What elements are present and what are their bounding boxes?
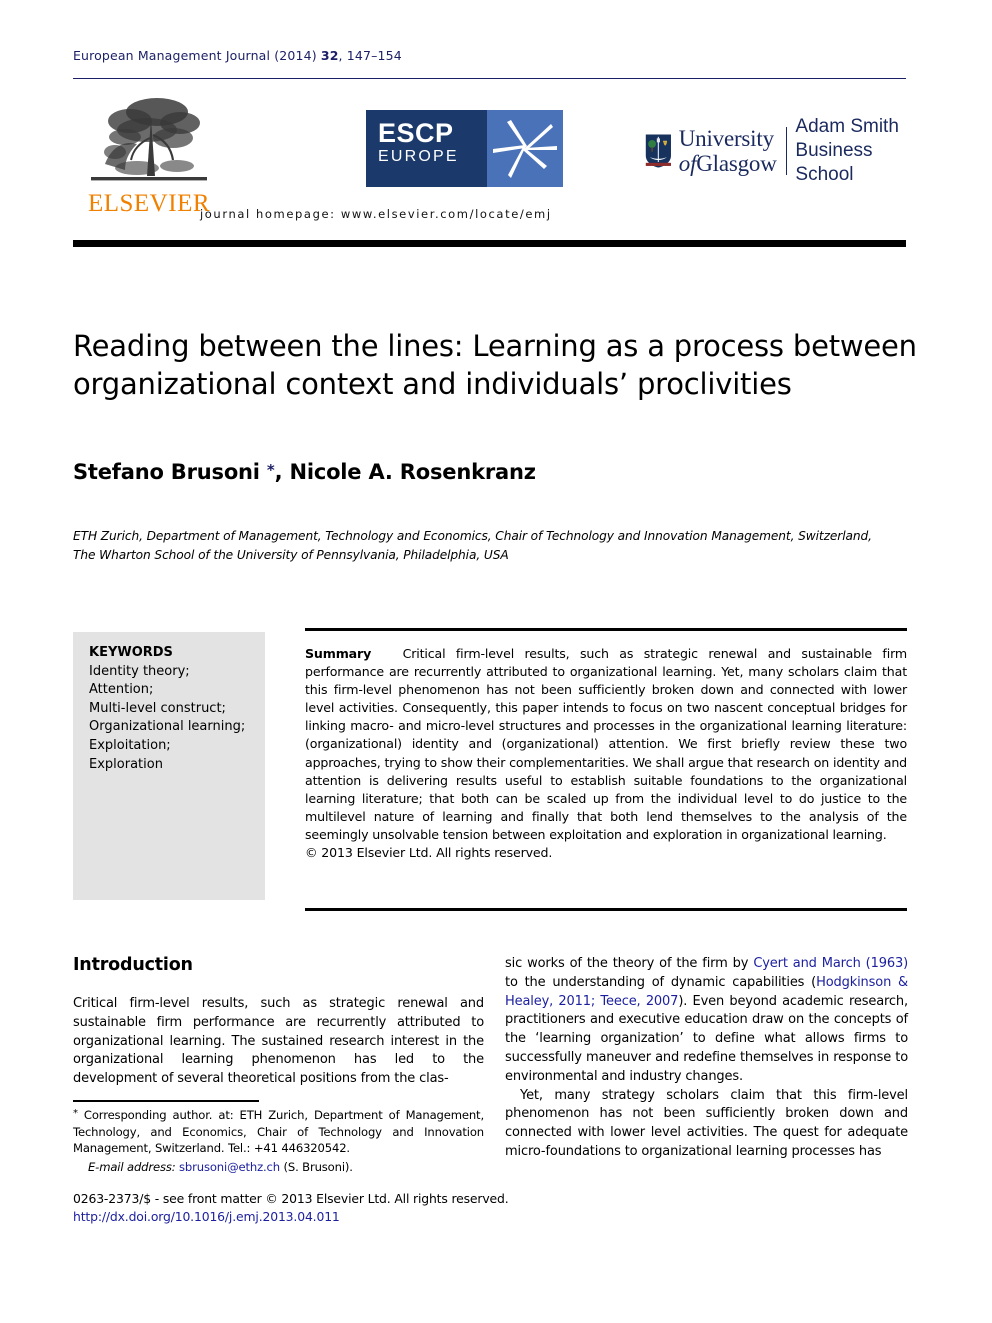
keyword-item: Attention; — [89, 682, 154, 698]
glasgow-school-line1: Adam Smith — [795, 116, 899, 137]
corresponding-email-link[interactable]: sbrusoni@ethz.ch — [179, 1160, 280, 1174]
corresponding-author-marker: * — [266, 461, 275, 479]
body-column-right: sic works of the theory of the firm by C… — [505, 955, 908, 1162]
escp-star-panel — [487, 110, 563, 187]
journal-citation-line: European Management Journal (2014) 32, 1… — [73, 48, 402, 63]
footnote-block: * Corresponding author. at: ETH Zurich, … — [73, 1106, 484, 1175]
abstract-top-rule — [305, 628, 907, 631]
glasgow-school-name: Adam Smith Business School — [795, 115, 906, 187]
journal-name: European Management Journal — [73, 48, 271, 63]
glasgow-of: of — [678, 151, 697, 176]
intro-paragraph-right-2: Yet, many strategy scholars claim that t… — [505, 1087, 908, 1159]
university-of-glasgow-logo[interactable]: University ofGlasgow Adam Smith Business… — [645, 116, 906, 185]
escp-europe-logo[interactable]: ESCP EUROPE — [366, 110, 563, 187]
keywords-heading: KEYWORDS — [89, 645, 173, 660]
email-suffix: (S. Brusoni). — [279, 1159, 353, 1174]
affiliation-line-2: The Wharton School of the University of … — [73, 548, 509, 562]
header-divider — [73, 78, 906, 79]
abstract-bottom-rule — [305, 908, 907, 911]
keywords-box: KEYWORDS Identity theory; Attention; Mul… — [73, 632, 265, 900]
escp-star-icon — [493, 120, 557, 178]
affiliation-line-1: ETH Zurich, Department of Management, Te… — [73, 529, 872, 543]
author-list: Stefano Brusoni *, Nicole A. Rosenkranz — [73, 460, 536, 484]
doi-link[interactable]: http://dx.doi.org/10.1016/j.emj.2013.04.… — [73, 1208, 509, 1226]
glasgow-school-line2: Business School — [795, 140, 873, 185]
keyword-item: Identity theory; — [89, 663, 190, 679]
intro-paragraph-right-1: sic works of the theory of the firm by C… — [505, 955, 908, 1087]
escp-name: ESCP — [378, 118, 454, 148]
escp-text-block: ESCP EUROPE — [366, 110, 487, 187]
abstract-label: Summary — [305, 646, 372, 661]
section-heading-introduction: Introduction — [73, 955, 193, 975]
keyword-item: Exploitation; — [89, 737, 171, 753]
abstract-copyright: © 2013 Elsevier Ltd. All rights reserved… — [305, 845, 553, 861]
footnote-rule — [73, 1100, 259, 1102]
author-second: , Nicole A. Rosenkranz — [274, 460, 536, 484]
journal-homepage-link[interactable]: journal homepage: www.elsevier.com/locat… — [200, 207, 552, 221]
affiliations: ETH Zurich, Department of Management, Te… — [73, 527, 918, 565]
text-run: sic works of the theory of the firm by — [505, 956, 754, 971]
front-matter-line: 0263-2373/$ - see front matter © 2013 El… — [73, 1191, 509, 1206]
journal-pages: , 147–154 — [338, 48, 402, 63]
keyword-item: Organizational learning; — [89, 719, 246, 735]
keywords-content: KEYWORDS Identity theory; Attention; Mul… — [73, 632, 265, 774]
elsevier-tree-icon — [91, 98, 207, 181]
glasgow-city: Glasgow — [696, 151, 777, 176]
journal-volume: 32 — [320, 48, 339, 63]
text-run: to the understanding of dynamic capabili… — [505, 974, 817, 990]
glasgow-wordmark: University ofGlasgow — [679, 126, 777, 176]
body-column-left: Introduction Critical firm-level results… — [73, 955, 484, 1089]
page-title: Reading between the lines: Learning as a… — [73, 329, 917, 402]
escp-subtitle: EUROPE — [378, 148, 459, 165]
footnote-email-line: E-mail address: sbrusoni@ethz.ch (S. Bru… — [73, 1159, 484, 1176]
keyword-item: Exploration — [89, 756, 163, 772]
footnote-text: Corresponding author. at: ETH Zurich, De… — [73, 1108, 484, 1155]
abstract-text: Critical firm-level results, such as str… — [305, 646, 907, 842]
elsevier-wordmark: ELSEVIER — [87, 190, 211, 217]
glasgow-line2: ofGlasgow — [679, 151, 777, 176]
glasgow-crest-icon — [645, 134, 671, 168]
author-first: Stefano Brusoni — [73, 460, 267, 484]
article-first-page: European Management Journal (2014) 32, 1… — [0, 0, 992, 1323]
glasgow-divider — [785, 127, 787, 175]
email-address-label: E-mail address: — [88, 1159, 176, 1174]
intro-paragraph-left: Critical firm-level results, such as str… — [73, 996, 484, 1087]
glasgow-line1: University — [678, 126, 774, 151]
masthead-bottom-rule — [73, 240, 906, 247]
bottom-matter: 0263-2373/$ - see front matter © 2013 El… — [73, 1190, 509, 1226]
elsevier-logo[interactable]: ELSEVIER — [79, 90, 219, 218]
citation-link-cyert-march[interactable]: Cyert and March (1963) — [753, 956, 908, 971]
keyword-item: Multi-level construct; — [89, 700, 226, 716]
abstract-block: Summary Critical firm-level results, suc… — [305, 645, 907, 862]
journal-year: (2014) — [274, 48, 317, 63]
